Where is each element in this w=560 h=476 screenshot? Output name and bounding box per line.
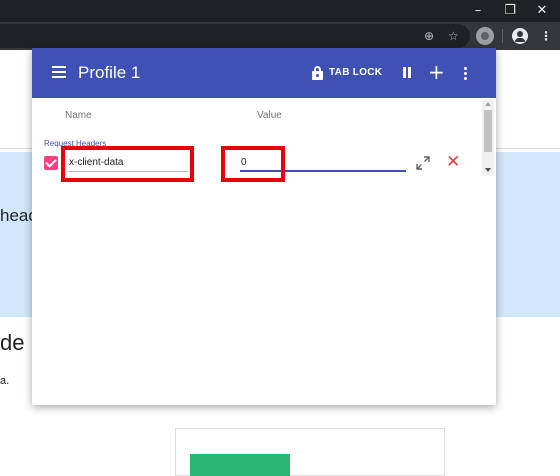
page-heading: de [0,330,25,355]
browser-menu-icon[interactable]: ⋮ [540,28,552,44]
value-highlight-box [221,146,285,182]
scroll-up-arrow-icon[interactable] [485,102,491,106]
add-header-icon[interactable]: + [428,60,445,84]
extension-icon[interactable] [476,27,494,45]
page-body-text: a. [0,375,10,387]
name-highlight-box [61,146,194,182]
hamburger-menu-icon[interactable] [52,66,66,78]
minimize-window-button[interactable]: – [462,0,494,22]
name-column-header: Name [65,110,92,121]
address-bar[interactable] [0,24,470,48]
account-icon[interactable] [512,28,528,44]
pause-icon[interactable] [402,67,412,78]
value-column-header: Value [257,110,282,121]
lock-icon[interactable] [312,66,323,80]
restore-window-button[interactable]: ❐ [494,0,526,22]
close-window-button[interactable]: ✕ [526,0,558,22]
popup-header: Profile 1 TAB LOCK + [32,48,496,98]
modheader-popup: Profile 1 TAB LOCK + Name Value Request … [32,48,496,405]
scroll-down-arrow-icon[interactable] [485,168,491,172]
expand-icon[interactable] [416,156,430,170]
scrollbar-thumb[interactable] [484,110,492,152]
profile-title[interactable]: Profile 1 [78,63,140,83]
bookmark-star-icon[interactable]: ☆ [448,28,459,44]
more-options-icon[interactable] [464,67,468,81]
tab-lock-button[interactable]: TAB LOCK [329,67,382,78]
header-enabled-checkbox[interactable] [44,156,58,170]
toolbar-divider [502,29,503,43]
zoom-icon[interactable]: ⊕ [424,28,434,44]
page-green-block[interactable] [190,454,290,476]
delete-header-icon[interactable]: ✕ [446,152,460,172]
